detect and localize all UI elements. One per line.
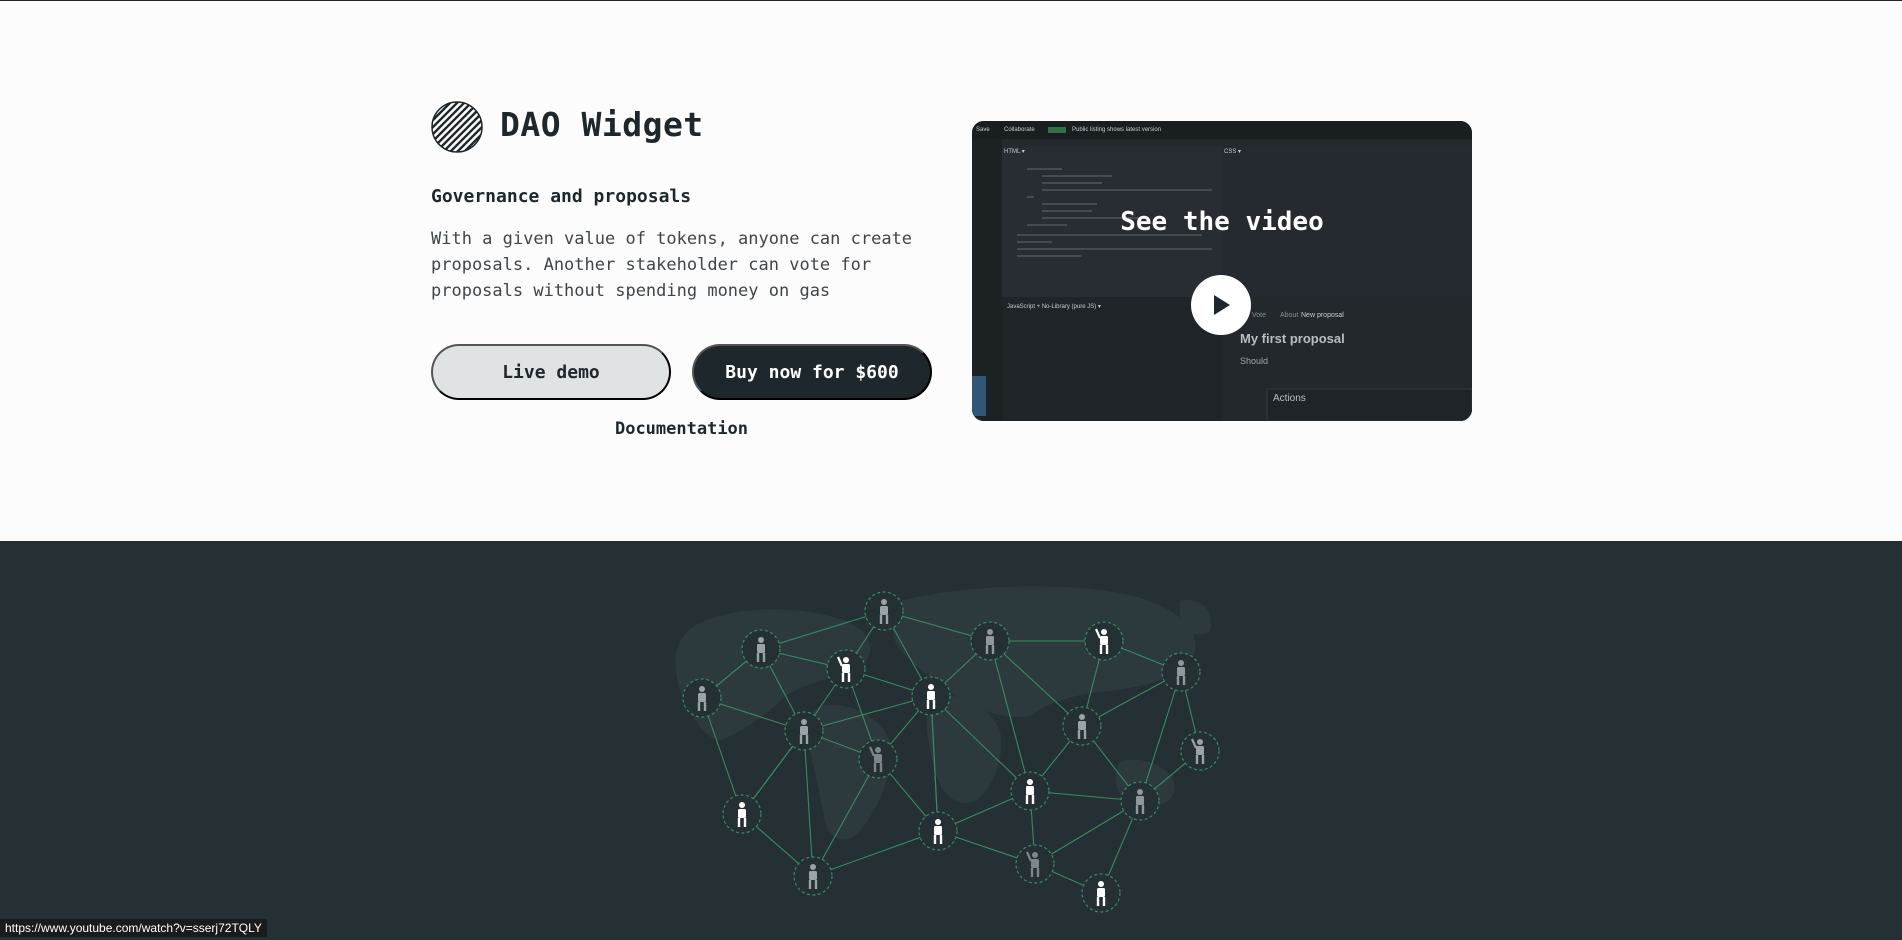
preview-tab-vote: Vote	[1252, 312, 1267, 319]
network-person-node	[784, 711, 824, 751]
network-person-node	[826, 649, 866, 689]
live-demo-button[interactable]: Live demo	[431, 344, 671, 400]
preview-js-label: JavaScript + No-Library (pure JS) ▾	[1007, 304, 1101, 310]
video-preview-image	[972, 121, 1472, 421]
description-line: proposals without spending money on gas	[431, 281, 831, 301]
network-person-node	[722, 794, 762, 834]
hero-section: DAO Widget Governance and proposals With…	[0, 1, 1902, 541]
preview-tab-new-proposal: New proposal	[1301, 312, 1344, 319]
preview-proposal-should: Should	[1240, 356, 1269, 366]
product-subtitle: Governance and proposals	[431, 186, 692, 207]
preview-html-label: HTML ▾	[1004, 149, 1025, 155]
network-person-node	[1062, 706, 1102, 746]
network-person-node	[1010, 771, 1050, 811]
network-person-node	[858, 739, 898, 779]
preview-toolbar-save: Save	[976, 127, 990, 133]
network-person-node	[793, 856, 833, 896]
network-person-node	[970, 621, 1010, 661]
network-person-node	[1180, 731, 1220, 771]
preview-toolbar-listing: Public listing shows latest version	[1072, 127, 1162, 133]
people-network-map-illustration	[675, 586, 1220, 913]
product-description: With a given value of tokens, anyone can…	[431, 226, 951, 304]
network-person-node	[1120, 781, 1160, 821]
dao-logo-icon	[431, 101, 483, 153]
network-person-node	[864, 591, 904, 631]
network-person-node	[1161, 652, 1201, 692]
play-button[interactable]	[1191, 275, 1251, 335]
product-title: DAO Widget	[500, 105, 704, 144]
network-person-node	[741, 629, 781, 669]
documentation-link[interactable]: Documentation	[431, 419, 932, 439]
network-section	[0, 541, 1902, 940]
description-line: With a given value of tokens, anyone can…	[431, 229, 913, 249]
video-overlay-title: See the video	[1120, 207, 1324, 237]
network-person-node	[1015, 844, 1055, 884]
network-person-node	[1084, 621, 1124, 661]
buy-now-button[interactable]: Buy now for $600	[692, 344, 932, 400]
network-person-node	[911, 676, 951, 716]
status-bar-url: https://www.youtube.com/watch?v=sserj72T…	[0, 919, 267, 937]
play-icon	[1214, 295, 1230, 315]
video-thumbnail[interactable]: Save Collaborate Public listing shows la…	[972, 121, 1472, 421]
preview-toolbar-collaborate: Collaborate	[1004, 127, 1035, 133]
description-line: proposals. Another stakeholder can vote …	[431, 255, 872, 275]
preview-tab-about: About	[1280, 312, 1299, 319]
preview-css-label: CSS ▾	[1224, 149, 1242, 155]
network-person-node	[682, 678, 722, 718]
network-person-node	[1081, 873, 1121, 913]
preview-proposal-title: My first proposal	[1240, 331, 1345, 346]
network-person-node	[918, 811, 958, 851]
preview-actions-label: Actions	[1273, 393, 1306, 404]
